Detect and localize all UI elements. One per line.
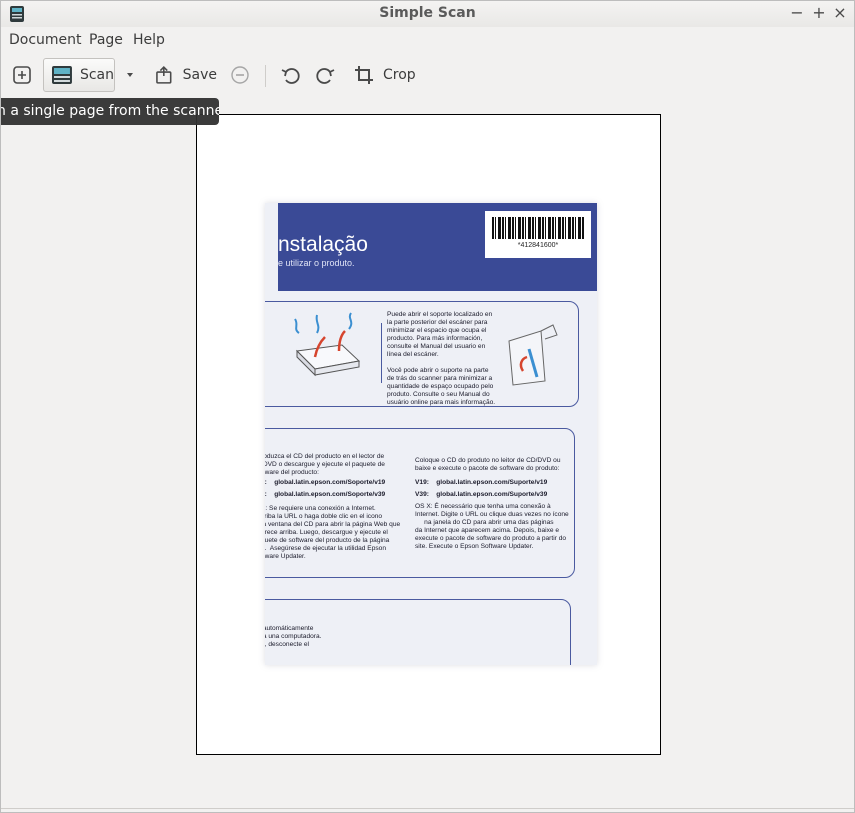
- box2-left-v39: 8: global.latin.epson.com/Soporte/v39: [265, 491, 386, 498]
- save-icon: [156, 66, 172, 84]
- box1-right-text: Puede abrir el soporte localizado en la …: [387, 311, 496, 406]
- new-document-icon: [13, 66, 31, 84]
- minimize-button[interactable]: −: [787, 3, 807, 23]
- divider-line: [381, 323, 382, 383]
- dropdown-arrow-icon: [127, 73, 133, 77]
- scan-options-dropdown[interactable]: [121, 58, 139, 92]
- status-bar: [1, 808, 854, 812]
- box2-right-osx: OS X: É necessário que tenha uma conexão…: [415, 503, 569, 550]
- barcode: [492, 217, 584, 239]
- scanner-illustration-icon: [294, 312, 361, 377]
- scanner-side-illustration-icon: [508, 324, 558, 386]
- crop-button[interactable]: Crop: [353, 58, 423, 92]
- save-button[interactable]: Save: [153, 58, 217, 92]
- menu-document[interactable]: Document: [9, 32, 82, 48]
- box2-left-v19: 9: global.latin.epson.com/Soporte/v19: [265, 479, 386, 486]
- title-bar[interactable]: Simple Scan − + ×: [1, 1, 854, 27]
- scan-button-label: Scan: [79, 67, 114, 83]
- box2-left-osx: X: Se requiere una conexión a Internet. …: [265, 505, 401, 560]
- page-view-area[interactable]: nstalação e utilizar o produto. *4128416…: [1, 95, 854, 808]
- menu-bar: Document Page Help: [1, 27, 854, 55]
- box3-left-text: automáticamente a una computadora. b, de…: [265, 625, 322, 648]
- menu-page[interactable]: Page: [89, 32, 123, 48]
- toolbar-separator: [265, 65, 266, 87]
- close-button[interactable]: ×: [830, 3, 850, 23]
- menu-help[interactable]: Help: [133, 32, 165, 48]
- rotate-left-button[interactable]: [279, 58, 303, 92]
- rotate-right-icon: [316, 68, 335, 84]
- box2-right-intro: Coloque o CD do produto no leitor de CD/…: [415, 457, 561, 472]
- zoom-out-button[interactable]: [229, 58, 251, 92]
- simple-scan-window: Simple Scan − + × Document Page Help Sca…: [0, 0, 855, 813]
- barcode-label: *412841600*: [485, 211, 591, 258]
- toolbar: Scan Save Crop: [1, 55, 854, 95]
- scan-tooltip: n a single page from the scanner: [1, 98, 219, 125]
- document-banner: nstalação e utilizar o produto. *4128416…: [278, 203, 597, 291]
- box2-left-intro: roduzca el CD del producto en el lector …: [265, 453, 385, 476]
- rotate-right-button[interactable]: [315, 58, 339, 92]
- box2-right-v39: V39: global.latin.epson.com/Suporte/v39: [415, 491, 548, 498]
- scan-button[interactable]: Scan: [43, 58, 115, 92]
- save-button-label: Save: [182, 67, 217, 83]
- scanner-icon: [51, 66, 72, 84]
- window-title: Simple Scan: [379, 5, 476, 21]
- rotate-left-icon: [281, 68, 300, 84]
- tooltip-text: n a single page from the scanner: [1, 103, 219, 119]
- document-banner-title: nstalação: [278, 233, 368, 256]
- barcode-number: *412841600*: [517, 242, 559, 249]
- scanned-page[interactable]: nstalação e utilizar o produto. *4128416…: [196, 114, 661, 755]
- crop-icon: [355, 66, 373, 84]
- document-banner-subtitle: e utilizar o produto.: [278, 258, 355, 268]
- new-document-button[interactable]: [11, 58, 35, 92]
- maximize-button[interactable]: +: [809, 3, 829, 23]
- box2-right-v19: V19: global.latin.epson.com/Suporte/v19: [415, 479, 548, 486]
- zoom-out-icon: [231, 66, 249, 84]
- scanned-document-image: nstalação e utilizar o produto. *4128416…: [265, 203, 597, 665]
- crop-button-label: Crop: [383, 67, 416, 83]
